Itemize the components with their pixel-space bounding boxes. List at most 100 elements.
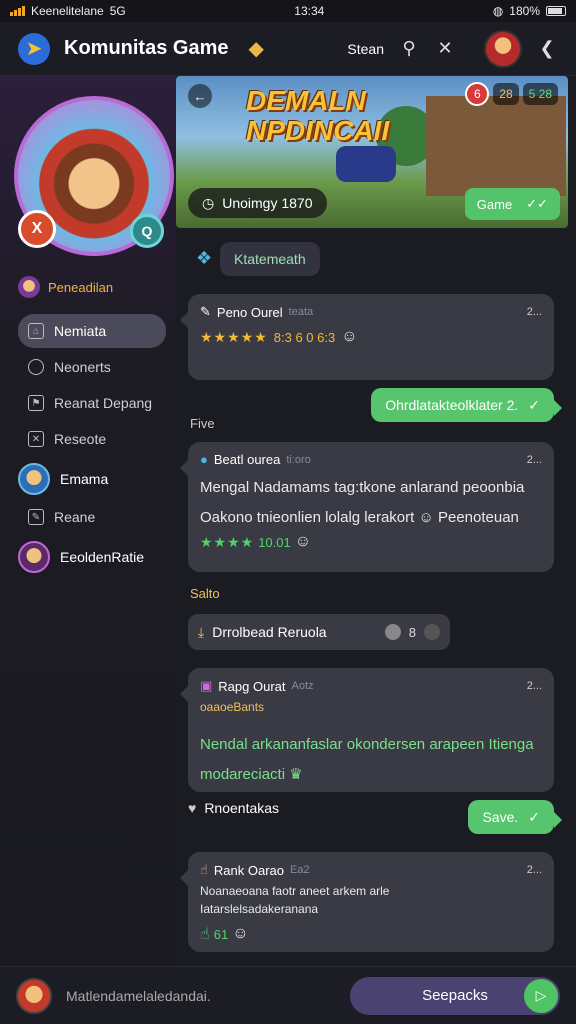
post-card[interactable]: ✎ Peno Ourel teata 2... ★★★★★ 8:3 6 0 6:… bbox=[180, 294, 554, 380]
top-bar: ➤ Komunitas Game ◆ Stean ⚲ ✕ ❮ bbox=[0, 22, 576, 76]
search-icon bbox=[28, 359, 44, 375]
sidebar-item-reseote[interactable]: ✕ Reseote bbox=[18, 422, 166, 456]
game-button[interactable]: Game ✓✓ bbox=[464, 188, 560, 220]
ring-icon bbox=[384, 624, 401, 640]
star-rating: ★★★★ bbox=[200, 533, 255, 550]
sidebar-item-home[interactable]: ⌂ Nemiata bbox=[18, 314, 166, 348]
post-header: ● Beatl ourea ti:oro 2... bbox=[200, 452, 542, 467]
post-card[interactable]: ▣ Rapg Ourat Aotz 2... oaaoeBants Nendal… bbox=[180, 668, 554, 792]
save-label: Save. bbox=[482, 809, 519, 825]
banner-title: DEMALN NPDINCAII bbox=[246, 86, 389, 146]
post-small-2: Iatarslelsadakeranana bbox=[200, 902, 319, 916]
reply-bubble[interactable]: Ohrdlatakteolklater 2. ✓ bbox=[371, 388, 562, 422]
post-line: 8:3 6 0 6:3 bbox=[273, 329, 336, 345]
download-count: 8 bbox=[384, 624, 440, 640]
post-author: Rank Oarao bbox=[213, 862, 285, 878]
diamond-icon: ❖ bbox=[196, 248, 213, 268]
avatar[interactable] bbox=[484, 29, 522, 68]
feed: DEMALN NPDINCAII ← 6 28 5 28 ◷ Unoimgy 1… bbox=[176, 76, 576, 966]
post-small: oaaoeBants bbox=[200, 700, 265, 714]
pencil-icon: ✎ bbox=[200, 304, 211, 319]
smile-icon: ☺ bbox=[418, 509, 434, 526]
sidebar-item-label: Reanat Depang bbox=[54, 395, 153, 411]
app-logo-icon[interactable]: ➤ bbox=[18, 32, 50, 65]
game-button-label: Game bbox=[476, 196, 513, 212]
reaction-row[interactable]: ♥ Rnoentakas bbox=[188, 800, 279, 816]
status-bar: Keenelitelane 5G 13:34 ◍ 180% bbox=[0, 0, 576, 22]
mini-avatar bbox=[18, 276, 40, 298]
close-icon[interactable]: ✕ bbox=[434, 38, 456, 60]
heart-icon: ♥ bbox=[188, 800, 197, 816]
post-text-line2: Oakono tnieonlien lolalg lerakort ☺ Peen… bbox=[200, 503, 542, 533]
network-label: 5G bbox=[109, 4, 126, 18]
sidebar-item-search[interactable]: Neonerts bbox=[18, 350, 166, 384]
post-menu[interactable]: 2... bbox=[527, 454, 542, 466]
game-banner[interactable]: DEMALN NPDINCAII ← 6 28 5 28 ◷ Unoimgy 1… bbox=[176, 76, 568, 228]
post-card[interactable]: ● Beatl ourea ti:oro 2... Mengal Nadamam… bbox=[180, 442, 554, 572]
sidebar-user-eeolden[interactable]: EeoldenRatie bbox=[18, 536, 166, 578]
stream-link[interactable]: Stean bbox=[347, 41, 384, 57]
badge-x-icon[interactable]: X bbox=[18, 210, 56, 248]
banner-info-pill[interactable]: ◷ Unoimgy 1870 bbox=[188, 188, 327, 218]
filter-chip[interactable]: Ktatemeath bbox=[220, 242, 320, 276]
sidebar-item-label: Reane bbox=[54, 509, 96, 525]
collapse-icon[interactable]: ❮ bbox=[536, 38, 558, 60]
post-header: ☝ Rank Oarao Ea2 2... bbox=[200, 862, 542, 878]
user-avatar bbox=[18, 463, 50, 495]
post-line: 61 bbox=[213, 926, 229, 942]
send-label: Seepacks bbox=[422, 987, 488, 1004]
post-text-2: Oakono tnieonlien lolalg lerakort bbox=[200, 509, 415, 526]
send-button[interactable]: Seepacks ▷ bbox=[350, 976, 560, 1015]
banner-building bbox=[426, 96, 566, 196]
search-icon[interactable]: ⚲ bbox=[398, 38, 420, 60]
sidebar-item-label: Neonerts bbox=[54, 359, 111, 375]
section-label: Five bbox=[190, 416, 215, 431]
banner-stats: 6 28 5 28 bbox=[465, 82, 558, 106]
download-label: Drrolbead Reruola bbox=[212, 624, 327, 640]
smile-icon: ☺ bbox=[341, 328, 358, 345]
gem-icon[interactable]: ◆ bbox=[248, 36, 263, 61]
star-rating: ★★★★★ bbox=[200, 328, 268, 345]
like-icon: ☝ bbox=[200, 926, 210, 943]
banner-character bbox=[336, 146, 396, 182]
image-icon: ▣ bbox=[200, 678, 213, 693]
post-line: 10.01 bbox=[258, 534, 291, 550]
sidebar-profile[interactable]: Peneadilan bbox=[18, 276, 113, 298]
post-menu[interactable]: 2... bbox=[527, 306, 542, 318]
post-menu[interactable]: 2... bbox=[527, 680, 542, 692]
sidebar-item-reane[interactable]: ✎ Reane bbox=[18, 500, 166, 534]
post-text-2: modareciacti bbox=[200, 766, 286, 783]
sidebar-user-emama[interactable]: Emama bbox=[18, 458, 166, 500]
thumbs-up-icon: ☝ bbox=[200, 862, 208, 877]
sidebar-item-depang[interactable]: ⚑ Reanat Depang bbox=[18, 386, 166, 420]
back-icon[interactable]: ← bbox=[188, 84, 212, 108]
post-rating-row: ★★★★★ 8:3 6 0 6:3 ☺ bbox=[200, 328, 542, 346]
stat-badge: 6 bbox=[465, 82, 490, 106]
play-icon: ▷ bbox=[524, 978, 558, 1013]
signal-icon bbox=[10, 6, 25, 16]
trophy-icon: ♛ bbox=[289, 766, 303, 783]
message-input[interactable]: Matlendamelaledandai. bbox=[66, 988, 350, 1004]
user-label: EeoldenRatie bbox=[60, 549, 145, 565]
post-sub: teata bbox=[288, 306, 314, 318]
post-menu[interactable]: 2... bbox=[527, 864, 542, 876]
download-pill[interactable]: ⤓ Drrolbead Reruola 8 bbox=[188, 614, 450, 650]
post-author: Rapg Ourat bbox=[218, 678, 286, 694]
post-card[interactable]: ☝ Rank Oarao Ea2 2... Noanaeoana faotr a… bbox=[180, 852, 554, 952]
post-header: ✎ Peno Ourel teata 2... bbox=[200, 304, 542, 320]
top-bar-actions: Stean ⚲ ✕ ❮ bbox=[347, 29, 558, 68]
banner-title-line1: DEMALN bbox=[246, 85, 366, 116]
edit-icon: ✎ bbox=[28, 509, 44, 525]
bottom-bar: Matlendamelaledandai. Seepacks ▷ bbox=[0, 966, 576, 1024]
flag-icon: ⚑ bbox=[28, 395, 44, 411]
post-sub: ti:oro bbox=[286, 453, 311, 466]
banner-pill-label: Unoimgy 1870 bbox=[222, 195, 313, 211]
badge-q-icon[interactable]: Q bbox=[130, 214, 164, 248]
status-right: ◍ 180% bbox=[493, 4, 566, 18]
post-text-tail: Peenoteuan bbox=[437, 509, 519, 526]
smile-icon: ☺ bbox=[232, 925, 249, 942]
status-left: Keenelitelane 5G bbox=[10, 4, 126, 18]
post-small: Noanaeoana faotr aneet arkem arle bbox=[200, 884, 390, 898]
save-button[interactable]: Save. ✓ bbox=[468, 800, 562, 834]
avatar[interactable] bbox=[16, 977, 52, 1014]
